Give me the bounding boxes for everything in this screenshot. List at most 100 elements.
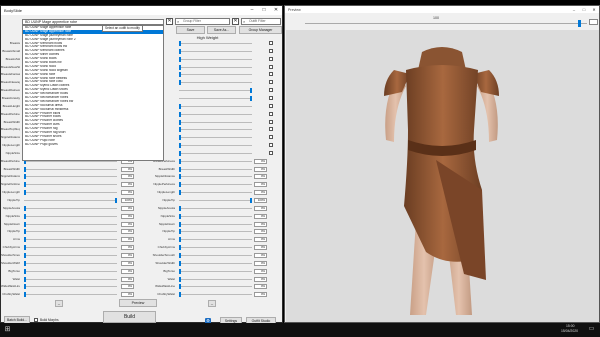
low-weight-slider[interactable] <box>24 262 117 264</box>
low-weight-slider[interactable] <box>24 239 117 241</box>
low-weight-value[interactable]: 0% <box>121 245 134 251</box>
low-weight-slider-thumb[interactable] <box>24 229 26 235</box>
slider-checkbox[interactable] <box>269 103 273 108</box>
high-weight-slider-thumb[interactable] <box>179 150 181 156</box>
save-button[interactable]: Save <box>176 26 205 34</box>
outfit-filter-input[interactable]: ⌕ Outfit Filter <box>241 18 281 25</box>
low-weight-value[interactable]: 0% <box>121 229 134 235</box>
slider-checkbox[interactable] <box>269 41 273 45</box>
high-weight-slider[interactable] <box>179 82 252 84</box>
high-weight-slider-thumb[interactable] <box>179 111 181 117</box>
low-weight-slider[interactable] <box>24 168 117 170</box>
low-weight-value[interactable]: 100% <box>121 198 134 203</box>
high-weight-slider-thumb[interactable] <box>179 245 181 251</box>
maximize-icon[interactable]: □ <box>579 6 589 13</box>
high-weight-slider[interactable] <box>179 66 252 68</box>
low-weight-slider-thumb[interactable] <box>24 292 26 298</box>
high-weight-slider-thumb[interactable] <box>179 276 181 282</box>
high-weight-slider-thumb[interactable] <box>179 80 181 86</box>
build-morphs-checkbox[interactable]: Build Morphs <box>34 318 59 322</box>
high-weight-slider-thumb[interactable] <box>179 237 181 243</box>
tray-date[interactable]: 15/04/2020 <box>561 329 578 334</box>
high-weight-slider[interactable] <box>179 168 252 170</box>
high-weight-value[interactable]: 0% <box>254 166 267 172</box>
high-weight-value[interactable]: 100% <box>254 198 267 203</box>
low-weight-slider-thumb[interactable] <box>24 260 26 266</box>
high-weight-slider[interactable] <box>179 286 252 288</box>
maximize-icon[interactable]: □ <box>258 6 270 15</box>
high-weight-slider-thumb[interactable] <box>179 268 181 274</box>
low-weight-slider[interactable] <box>24 231 117 233</box>
preview-weight-box[interactable] <box>589 19 598 25</box>
slider-checkbox[interactable] <box>269 127 273 132</box>
low-weight-slider-thumb[interactable] <box>24 245 26 251</box>
high-weight-value[interactable]: 0% <box>254 292 267 298</box>
low-weight-slider-thumb[interactable] <box>24 174 26 180</box>
minimize-icon[interactable]: – <box>569 6 579 13</box>
high-weight-value[interactable]: 0% <box>254 190 267 196</box>
high-weight-slider-thumb[interactable] <box>179 221 181 227</box>
low-weight-slider[interactable] <box>24 294 117 296</box>
low-weight-slider-thumb[interactable] <box>24 213 26 219</box>
high-weight-slider[interactable] <box>179 200 252 201</box>
high-weight-value[interactable]: 0% <box>254 158 267 164</box>
build-button[interactable]: Build <box>103 311 156 323</box>
high-weight-slider-thumb[interactable] <box>250 198 252 203</box>
high-weight-value[interactable]: 0% <box>254 221 267 227</box>
slider-checkbox[interactable] <box>269 135 273 140</box>
high-weight-slider[interactable] <box>179 105 252 107</box>
low-weight-value[interactable]: 0% <box>121 292 134 298</box>
low-minus-button[interactable]: – <box>55 300 63 307</box>
outfit-dropdown-list[interactable]: BD UUNP Mage apprentice robe BD UUNP Mage… <box>22 25 164 161</box>
high-weight-slider[interactable] <box>179 43 252 44</box>
high-weight-slider-thumb[interactable] <box>179 119 181 125</box>
low-weight-slider[interactable] <box>24 176 117 178</box>
slider-checkbox[interactable] <box>269 111 273 116</box>
high-weight-slider-thumb[interactable] <box>250 95 252 101</box>
low-weight-value[interactable]: 0% <box>121 276 134 282</box>
high-weight-slider-thumb[interactable] <box>179 64 181 70</box>
preview-weight-thumb[interactable] <box>578 20 581 27</box>
high-weight-slider[interactable] <box>179 247 252 249</box>
high-weight-value[interactable]: 0% <box>254 237 267 243</box>
low-weight-slider[interactable] <box>24 270 117 272</box>
low-weight-slider[interactable] <box>24 247 117 249</box>
high-weight-slider[interactable] <box>179 207 252 209</box>
low-weight-value[interactable]: 0% <box>121 166 134 172</box>
high-weight-slider[interactable] <box>179 129 252 131</box>
low-weight-slider[interactable] <box>24 207 117 209</box>
high-weight-slider-thumb[interactable] <box>179 292 181 298</box>
low-weight-slider[interactable] <box>24 192 117 194</box>
high-weight-slider-thumb[interactable] <box>179 182 181 188</box>
slider-checkbox[interactable] <box>269 143 273 148</box>
low-weight-value[interactable]: 0% <box>121 182 134 188</box>
high-weight-slider-thumb[interactable] <box>250 88 252 94</box>
high-weight-slider-thumb[interactable] <box>179 260 181 266</box>
high-weight-slider[interactable] <box>179 294 252 296</box>
preview-titlebar[interactable]: Preview – □ ✕ <box>285 6 599 13</box>
notification-icon[interactable]: ▭ <box>588 326 595 333</box>
low-weight-slider-thumb[interactable] <box>24 237 26 243</box>
high-weight-slider[interactable] <box>179 152 252 154</box>
high-weight-value[interactable]: 0% <box>254 182 267 188</box>
save-as-button[interactable]: Save As... <box>207 26 236 34</box>
low-weight-slider-thumb[interactable] <box>24 268 26 274</box>
low-weight-slider-thumb[interactable] <box>24 190 26 196</box>
high-weight-slider[interactable] <box>179 192 252 194</box>
high-weight-slider[interactable] <box>179 137 252 139</box>
high-weight-slider[interactable] <box>179 184 252 186</box>
low-weight-slider-thumb[interactable] <box>24 284 26 290</box>
high-weight-slider[interactable] <box>179 215 252 217</box>
slider-checkbox[interactable] <box>269 150 273 155</box>
high-weight-value[interactable]: 0% <box>254 174 267 180</box>
group-filter-input[interactable]: ⌕ Group Filter <box>175 18 230 25</box>
high-weight-value[interactable]: 0% <box>254 205 267 211</box>
slider-checkbox[interactable] <box>269 56 273 61</box>
high-weight-slider-thumb[interactable] <box>179 41 181 46</box>
low-weight-slider-thumb[interactable] <box>24 166 26 172</box>
close-icon[interactable]: ✕ <box>589 6 599 13</box>
low-weight-value[interactable]: 0% <box>121 252 134 258</box>
low-weight-slider[interactable] <box>24 254 117 256</box>
high-weight-slider-thumb[interactable] <box>179 48 181 54</box>
high-weight-slider-thumb[interactable] <box>179 213 181 219</box>
